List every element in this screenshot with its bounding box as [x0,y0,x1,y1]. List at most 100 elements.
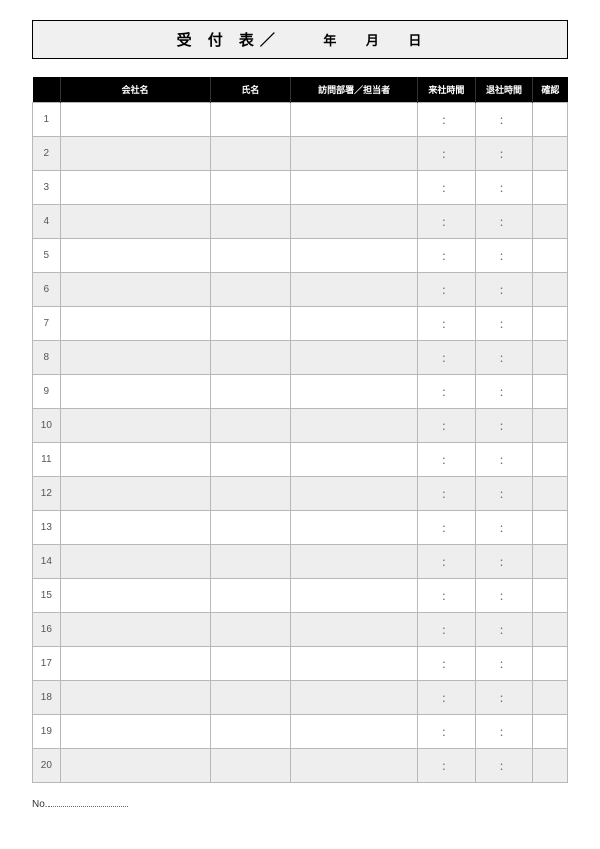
cell-leave: ： [475,409,533,443]
cell-check [533,511,568,545]
cell-arrive: ： [418,579,476,613]
cell-num: 14 [33,545,61,579]
cell-arrive: ： [418,375,476,409]
cell-leave: ： [475,579,533,613]
cell-name [210,715,291,749]
cell-arrive: ： [418,137,476,171]
cell-company [60,579,210,613]
cell-check [533,137,568,171]
cell-leave: ： [475,477,533,511]
cell-name [210,205,291,239]
cell-check [533,715,568,749]
cell-name [210,103,291,137]
cell-leave: ： [475,715,533,749]
cell-leave: ： [475,205,533,239]
cell-name [210,273,291,307]
cell-arrive: ： [418,273,476,307]
cell-leave: ： [475,749,533,783]
cell-name [210,239,291,273]
cell-department [291,341,418,375]
footer-no-label: No. [32,799,48,810]
cell-leave: ： [475,443,533,477]
cell-department [291,137,418,171]
cell-num: 13 [33,511,61,545]
cell-department [291,545,418,579]
cell-department [291,715,418,749]
table-row: 20：： [33,749,568,783]
header-leave: 退社時間 [475,77,533,103]
cell-num: 6 [33,273,61,307]
cell-arrive: ： [418,239,476,273]
cell-arrive: ： [418,307,476,341]
cell-department [291,375,418,409]
cell-company [60,749,210,783]
cell-department [291,307,418,341]
cell-num: 18 [33,681,61,715]
table-row: 12 ：： [33,477,568,511]
table-header-row: 会社名 氏名 訪問部署／担当者 来社時間 退社時間 確認 [33,77,568,103]
cell-department [291,647,418,681]
cell-name [210,647,291,681]
reception-table: 会社名 氏名 訪問部署／担当者 来社時間 退社時間 確認 1：：2：：3：：4：… [32,77,568,783]
cell-num: 11 [33,443,61,477]
header-num [33,77,61,103]
cell-leave: ： [475,681,533,715]
cell-department [291,239,418,273]
date-year-label: 年 [293,33,338,48]
cell-company [60,477,210,511]
page-title: 受 付 表／ [177,32,281,49]
cell-department [291,477,418,511]
cell-leave: ： [475,137,533,171]
cell-num: 10 [33,409,61,443]
cell-check [533,239,568,273]
cell-arrive: ： [418,647,476,681]
table-row: 7：： [33,307,568,341]
cell-num: 15 [33,579,61,613]
cell-num: 8 [33,341,61,375]
cell-name [210,137,291,171]
cell-num: 3 [33,171,61,205]
cell-arrive: ： [418,511,476,545]
table-row: 1：： [33,103,568,137]
header-company: 会社名 [60,77,210,103]
cell-company [60,511,210,545]
table-row: 3 ：： [33,171,568,205]
cell-arrive: ： [418,171,476,205]
table-row: 17：： [33,647,568,681]
cell-num: 16 [33,613,61,647]
table-row: 13：： [33,511,568,545]
cell-check [533,307,568,341]
cell-num: 19 [33,715,61,749]
cell-name [210,409,291,443]
cell-name [210,375,291,409]
cell-leave: ： [475,171,533,205]
cell-leave: ： [475,341,533,375]
cell-company [60,681,210,715]
cell-leave: ： [475,239,533,273]
cell-leave: ： [475,273,533,307]
table-row: 11：： [33,443,568,477]
cell-check [533,579,568,613]
cell-company [60,647,210,681]
cell-num: 12 [33,477,61,511]
cell-name [210,511,291,545]
cell-company [60,103,210,137]
table-row: 2 ：： [33,137,568,171]
table-row: 19：： [33,715,568,749]
table-row: 18 ：： [33,681,568,715]
cell-arrive: ： [418,477,476,511]
cell-company [60,715,210,749]
header-name: 氏名 [210,77,291,103]
cell-num: 17 [33,647,61,681]
cell-department [291,443,418,477]
table-row: 8：： [33,341,568,375]
title-bar: 受 付 表／ 年 月 日 [32,20,568,59]
cell-num: 20 [33,749,61,783]
cell-arrive: ： [418,545,476,579]
cell-company [60,205,210,239]
cell-name [210,171,291,205]
footer: No. [32,797,568,810]
cell-arrive: ： [418,681,476,715]
cell-num: 2 [33,137,61,171]
cell-check [533,613,568,647]
